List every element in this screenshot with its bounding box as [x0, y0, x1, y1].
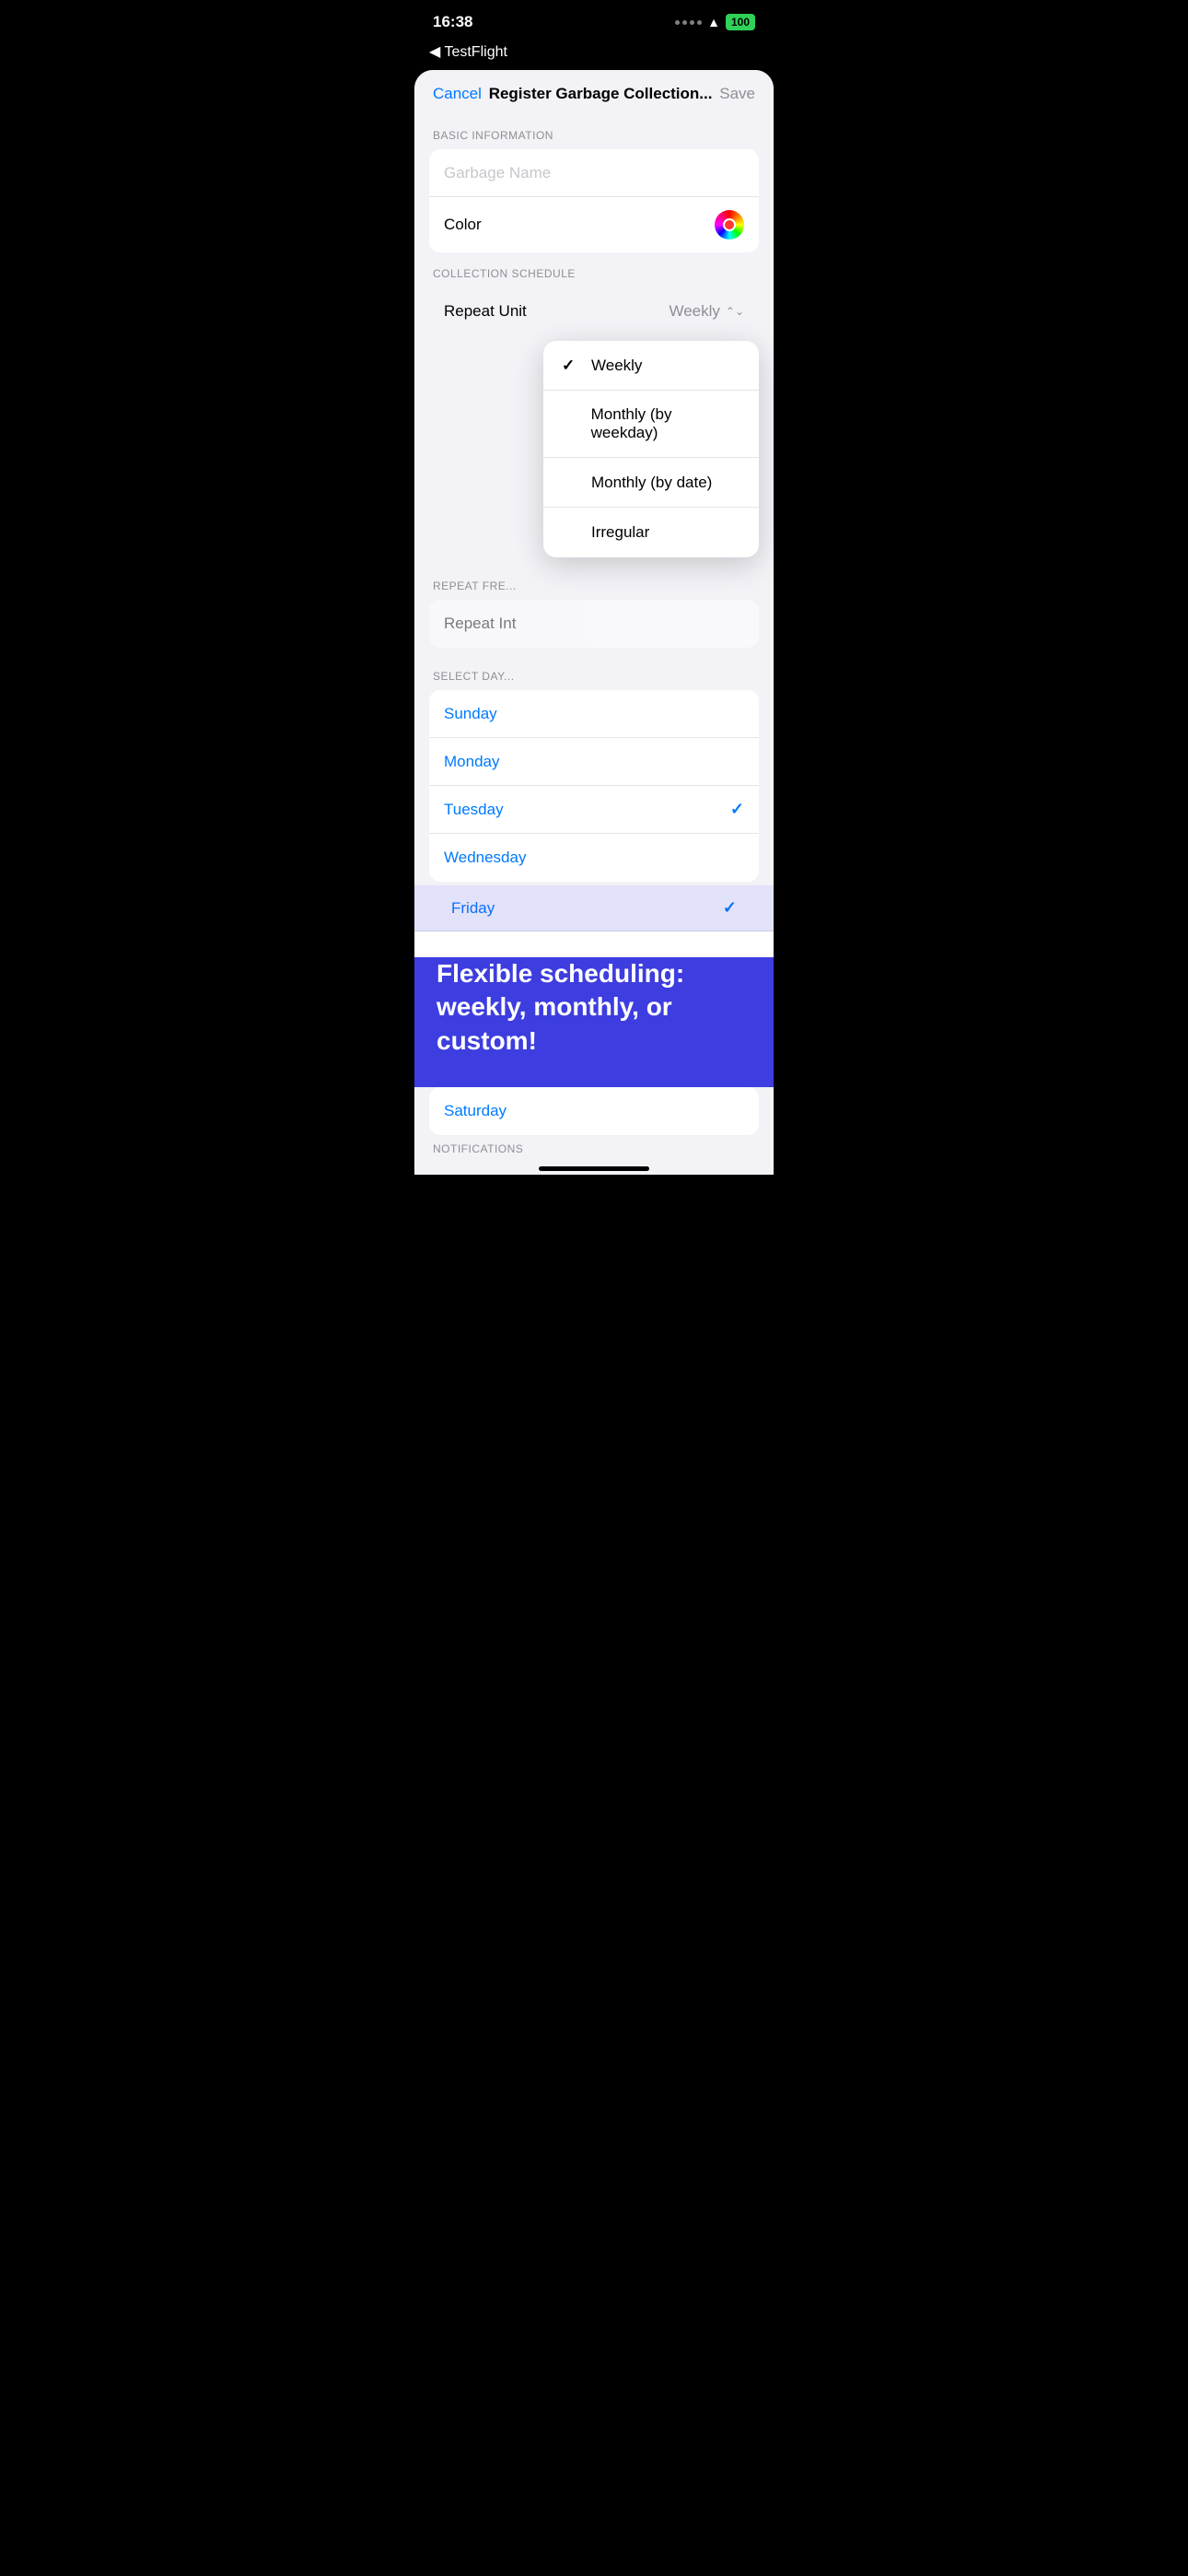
repeat-unit-label: Repeat Unit — [444, 302, 527, 321]
dropdown-item-irregular[interactable]: Irregular — [543, 508, 759, 557]
dropdown-item-monthly-weekday[interactable]: Monthly (by weekday) — [543, 391, 759, 458]
repeat-unit-dropdown: ✓ Weekly Monthly (by weekday) Monthly (b… — [543, 341, 759, 557]
color-row[interactable]: Color — [429, 197, 759, 252]
repeat-int-row[interactable]: Repeat Int — [429, 600, 759, 648]
saturday-group: Saturday — [429, 1087, 759, 1135]
promo-banner: Friday ✓ Flexible scheduling: weekly, mo… — [414, 885, 774, 1087]
nav-header: Cancel Register Garbage Collection... Sa… — [414, 70, 774, 114]
color-label: Color — [444, 216, 482, 234]
collection-schedule-label: COLLECTION SCHEDULE — [414, 252, 774, 287]
main-content: Cancel Register Garbage Collection... Sa… — [414, 70, 774, 1175]
repeat-unit-value: Weekly ⌃⌄ — [669, 302, 744, 321]
repeat-frequency-label: REPEAT FRE... — [414, 565, 774, 600]
status-bar: 16:38 ▲ 100 — [414, 0, 774, 39]
check-icon: ✓ — [562, 357, 580, 375]
day-tuesday: Tuesday — [444, 801, 504, 819]
day-row-monday[interactable]: Monday — [429, 738, 759, 786]
save-button[interactable]: Save — [719, 85, 755, 103]
day-check-friday: ✓ — [723, 898, 737, 918]
wifi-icon: ▲ — [707, 15, 720, 29]
notifications-section-label: NOTIFICATIONS — [414, 1135, 774, 1159]
battery-badge: 100 — [726, 14, 755, 30]
basic-info-group: Garbage Name Color — [429, 149, 759, 252]
day-selection-group: Sunday Monday Tuesday ✓ Wednesday — [429, 690, 759, 882]
repeat-unit-selected: Weekly — [669, 302, 719, 321]
repeat-int-label: Repeat Int — [444, 615, 516, 633]
testflight-nav: ◀ TestFlight — [414, 39, 774, 70]
dropdown-item-monthly-date[interactable]: Monthly (by date) — [543, 458, 759, 508]
day-row-wednesday[interactable]: Wednesday — [429, 834, 759, 882]
day-monday: Monday — [444, 753, 499, 771]
day-row-sunday[interactable]: Sunday — [429, 690, 759, 738]
select-day-label: SELECT DAY... — [414, 655, 774, 690]
day-wednesday: Wednesday — [444, 849, 526, 867]
dropdown-item-weekly[interactable]: ✓ Weekly — [543, 341, 759, 391]
garbage-name-row[interactable]: Garbage Name — [429, 149, 759, 197]
status-right: ▲ 100 — [675, 14, 755, 30]
dropdown-option-monthly-weekday: Monthly (by weekday) — [591, 405, 740, 442]
back-button[interactable]: ◀ TestFlight — [429, 42, 759, 61]
day-row-saturday[interactable]: Saturday — [429, 1087, 759, 1135]
status-time: 16:38 — [433, 13, 472, 31]
day-saturday: Saturday — [444, 1102, 507, 1120]
garbage-name-input[interactable]: Garbage Name — [444, 164, 551, 182]
home-indicator — [414, 1159, 774, 1175]
page-title: Register Garbage Collection... — [489, 85, 713, 103]
day-row-tuesday[interactable]: Tuesday ✓ — [429, 786, 759, 834]
promo-text: Flexible scheduling: weekly, monthly, or… — [437, 957, 751, 1058]
day-sunday: Sunday — [444, 705, 497, 723]
selected-color-dot — [723, 218, 736, 231]
day-check-tuesday: ✓ — [730, 800, 744, 819]
dropdown-option-monthly-date: Monthly (by date) — [591, 474, 712, 492]
dropdown-option-irregular: Irregular — [591, 523, 649, 542]
home-bar — [539, 1166, 649, 1171]
chevron-updown-icon: ⌃⌄ — [726, 305, 744, 318]
signal-dots — [675, 20, 702, 25]
day-friday: Friday — [451, 899, 495, 918]
repeat-unit-row[interactable]: Repeat Unit Weekly ⌃⌄ — [429, 287, 759, 335]
cancel-button[interactable]: Cancel — [433, 85, 482, 103]
color-picker[interactable] — [715, 210, 744, 240]
basic-info-label: BASIC INFORMATION — [414, 114, 774, 149]
dropdown-option-weekly: Weekly — [591, 357, 642, 375]
phone-frame: 16:38 ▲ 100 ◀ TestFlight Cancel Register… — [414, 0, 774, 1175]
